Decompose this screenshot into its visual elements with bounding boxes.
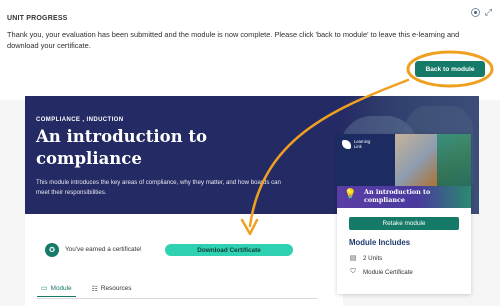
resources-icon: ☷: [91, 285, 98, 293]
module-includes-item-text: 2 Units: [363, 254, 383, 262]
certificate-icon: ✪: [45, 243, 59, 257]
learning-link-logo: Learning Link: [342, 139, 376, 150]
unit-progress-title: UNIT PROGRESS: [7, 15, 68, 22]
certificate-icon: ⛉: [350, 268, 356, 275]
tab-resources[interactable]: ☷ Resources: [88, 284, 136, 297]
module-title: An introduction to compliance: [36, 127, 207, 168]
module-description: This module introduces the key areas of …: [36, 179, 281, 196]
module-categories: COMPLIANCE , INDUCTION: [36, 117, 124, 123]
unit-progress-message: Thank you, your evaluation has been subm…: [7, 30, 460, 50]
download-certificate-button[interactable]: Download Certificate: [165, 244, 293, 256]
tabs-divider: [37, 298, 317, 299]
thumbnail-photo-accent: [437, 134, 471, 186]
back-to-module-button[interactable]: Back to module: [415, 61, 485, 77]
target-icon[interactable]: [470, 8, 480, 17]
lightbulb-icon: 💡: [344, 189, 357, 200]
module-icon: ▭: [41, 285, 48, 292]
tab-module[interactable]: ▭ Module: [37, 284, 76, 297]
certificate-earned-text: You've earned a certificate!: [65, 246, 142, 253]
units-icon: ▤: [349, 255, 357, 262]
retake-module-button[interactable]: Retake module: [349, 217, 459, 230]
module-includes-item-text: Module Certificate: [363, 268, 413, 276]
module-tabs: ▭ Module ☷ Resources: [37, 284, 135, 297]
logo-mark-icon: [342, 140, 351, 150]
module-thumbnail: Learning Link 💡 An introduction to compl…: [337, 134, 471, 208]
module-includes-title: Module Includes: [349, 238, 411, 247]
unit-progress-panel: UNIT PROGRESS Thank you, your evaluation…: [0, 0, 500, 100]
expand-icon[interactable]: ⤢: [485, 8, 492, 17]
tab-module-label: Module: [50, 284, 72, 292]
thumbnail-title: An introduction to compliance: [364, 188, 431, 204]
module-includes-item: ▤ 2 Units: [349, 254, 383, 263]
module-main-panel: ✪ You've earned a certificate! Download …: [25, 214, 343, 306]
module-includes-item: ⛉ Module Certificate: [349, 268, 413, 276]
tab-resources-label: Resources: [100, 285, 132, 292]
logo-text: Learning Link: [354, 139, 371, 149]
panel-controls: ⤢: [470, 8, 492, 17]
module-info-card: Learning Link 💡 An introduction to compl…: [337, 134, 471, 294]
